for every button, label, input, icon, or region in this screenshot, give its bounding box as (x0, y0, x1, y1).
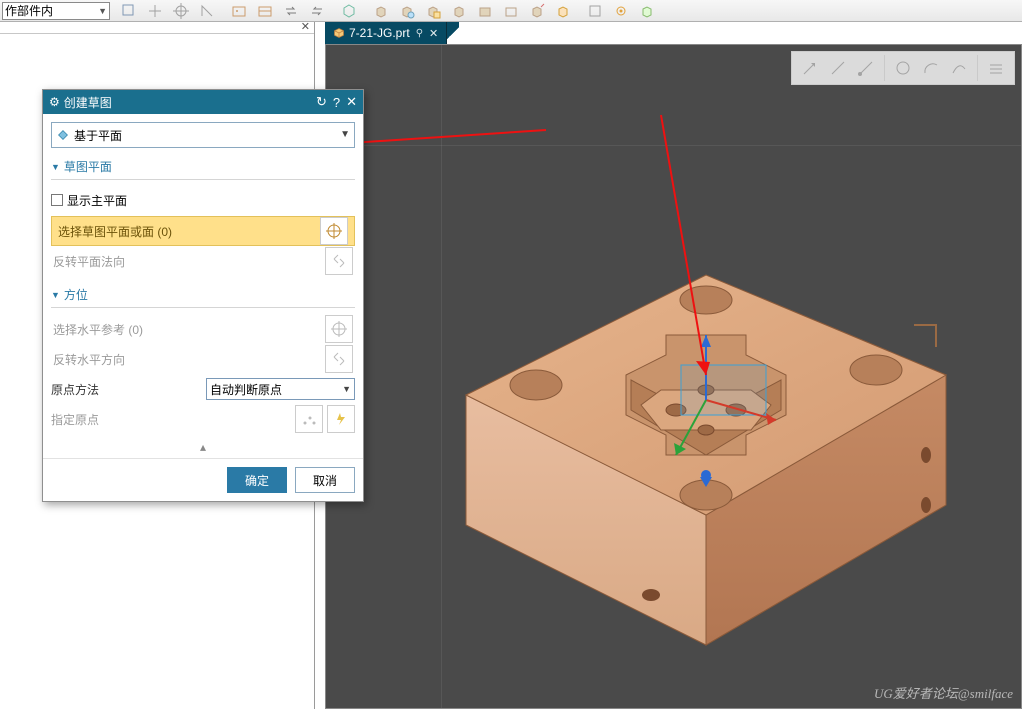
tb-angle-icon[interactable] (195, 1, 219, 21)
part-icon (333, 27, 345, 39)
file-tab[interactable]: 7-21-JG.prt ⚲ ✕ (325, 22, 447, 44)
tb-cube1-icon[interactable] (369, 1, 393, 21)
tb-misc2-icon[interactable] (635, 1, 659, 21)
origin-method-label: 原点方法 (51, 381, 206, 398)
scope-combo[interactable]: 作部件内 ▼ (2, 2, 110, 20)
vp-zoom-icon[interactable] (797, 55, 823, 81)
vp-line2-icon[interactable] (853, 55, 879, 81)
viewport[interactable]: UG爱好者论坛@smilface (325, 44, 1022, 709)
help-icon[interactable]: ? (333, 95, 340, 110)
plane-icon (56, 128, 70, 142)
ok-button[interactable]: 确定 (227, 467, 287, 493)
dialog-close-icon[interactable]: ✕ (346, 94, 357, 110)
tab-strip: 7-21-JG.prt ⚲ ✕ (325, 22, 459, 44)
top-toolbar: 作部件内 ▼ (0, 0, 1022, 22)
section-header-orient[interactable]: ▼ 方位 (51, 286, 355, 308)
reverse-normal-button[interactable] (325, 247, 353, 275)
select-plane-row[interactable]: 选择草图平面或面 (0) (51, 216, 355, 246)
origin-method-value: 自动判断原点 (210, 381, 282, 398)
tb-cube4-icon[interactable] (447, 1, 471, 21)
tb-swap-icon[interactable] (279, 1, 303, 21)
model-3d (406, 175, 986, 655)
target-icon (325, 222, 343, 240)
reverse-normal-label: 反转平面法向 (53, 253, 125, 270)
tb-cube8-icon[interactable] (551, 1, 575, 21)
tb-target-icon[interactable] (169, 1, 193, 21)
bolt-icon (333, 411, 349, 427)
chevron-down-icon: ▼ (98, 6, 107, 16)
dialog-title: 创建草图 (64, 94, 112, 111)
left-panel-header: ✕ (0, 22, 314, 34)
section-orient-label: 方位 (64, 286, 88, 303)
tb-select-icon[interactable] (117, 1, 141, 21)
tab-close-icon[interactable]: ✕ (429, 27, 438, 40)
vp-lines-icon[interactable] (983, 55, 1009, 81)
reverse-normal-row: 反转平面法向 (51, 246, 355, 276)
vp-sep2 (977, 55, 978, 81)
vp-sep (884, 55, 885, 81)
select-horiz-row: 选择水平参考 (0) (51, 314, 355, 344)
specify-origin-row: 指定原点 (51, 404, 355, 434)
dialog-titlebar[interactable]: ⚙ 创建草图 ↻ ? ✕ (43, 90, 363, 114)
origin-method-row: 原点方法 自动判断原点 ▼ (51, 374, 355, 404)
points-icon (301, 411, 317, 427)
watermark: UG爱好者论坛@smilface (874, 683, 1013, 702)
scope-combo-label: 作部件内 (5, 2, 53, 19)
select-plane-button[interactable] (320, 217, 348, 245)
cancel-button[interactable]: 取消 (295, 467, 355, 493)
viewport-hline (326, 145, 1021, 146)
show-main-plane-row[interactable]: 显示主平面 (51, 186, 355, 214)
point-dialog-button[interactable] (295, 405, 323, 433)
tb-cube7-icon[interactable] (525, 1, 549, 21)
sketch-type-dropdown[interactable]: 基于平面 ▼ (51, 122, 355, 148)
tb-view1-icon[interactable] (227, 1, 251, 21)
tb-misc1-icon[interactable] (583, 1, 607, 21)
swap-icon (331, 351, 347, 367)
reverse-horiz-button[interactable] (325, 345, 353, 373)
select-horiz-button[interactable] (325, 315, 353, 343)
tb-view2-icon[interactable] (253, 1, 277, 21)
select-plane-label: 选择草图平面或面 (0) (58, 223, 172, 240)
gear-icon[interactable]: ⚙ (49, 95, 60, 109)
vp-circle-icon[interactable] (890, 55, 916, 81)
vp-arc-icon[interactable] (918, 55, 944, 81)
chevron-down-icon: ▼ (340, 129, 350, 140)
section-plane-label: 草图平面 (64, 158, 112, 175)
show-main-plane-label: 显示主平面 (67, 192, 127, 209)
tb-cube5-icon[interactable] (473, 1, 497, 21)
origin-method-select[interactable]: 自动判断原点 ▼ (206, 378, 355, 400)
collapse-bar[interactable]: ▴ (51, 440, 355, 454)
chevron-down-icon: ▼ (342, 384, 351, 394)
collapse-icon: ▼ (51, 290, 60, 300)
file-tab-label: 7-21-JG.prt (349, 26, 410, 40)
sketch-type-label: 基于平面 (74, 127, 122, 144)
pin-icon[interactable]: ⚲ (416, 28, 423, 39)
reverse-horiz-row: 反转水平方向 (51, 344, 355, 374)
infer-point-button[interactable] (327, 405, 355, 433)
tb-hex-icon[interactable] (337, 1, 361, 21)
reverse-horiz-label: 反转水平方向 (53, 351, 125, 368)
tb-cube6-icon[interactable] (499, 1, 523, 21)
vp-spline-icon[interactable] (946, 55, 972, 81)
vp-line-icon[interactable] (825, 55, 851, 81)
dialog-buttons: 确定 取消 (43, 458, 363, 501)
tb-swap2-icon[interactable] (305, 1, 329, 21)
specify-origin-label: 指定原点 (51, 411, 206, 428)
refresh-icon[interactable]: ↻ (316, 94, 327, 110)
tb-gear-icon[interactable] (609, 1, 633, 21)
tb-cube2-icon[interactable] (395, 1, 419, 21)
create-sketch-dialog: ⚙ 创建草图 ↻ ? ✕ 基于平面 ▼ ▼ 草图平面 显示主平面 选择草图平面或… (42, 89, 364, 502)
select-horiz-label: 选择水平参考 (0) (53, 321, 143, 338)
target-icon (330, 320, 348, 338)
tb-cube3-icon[interactable] (421, 1, 445, 21)
tb-point-icon[interactable] (143, 1, 167, 21)
swap-icon (331, 253, 347, 269)
checkbox-icon[interactable] (51, 194, 63, 206)
viewport-toolbar (791, 51, 1015, 85)
close-icon[interactable]: ✕ (301, 20, 310, 33)
tab-tail (447, 22, 459, 44)
collapse-icon: ▼ (51, 162, 60, 172)
section-header-plane[interactable]: ▼ 草图平面 (51, 158, 355, 180)
